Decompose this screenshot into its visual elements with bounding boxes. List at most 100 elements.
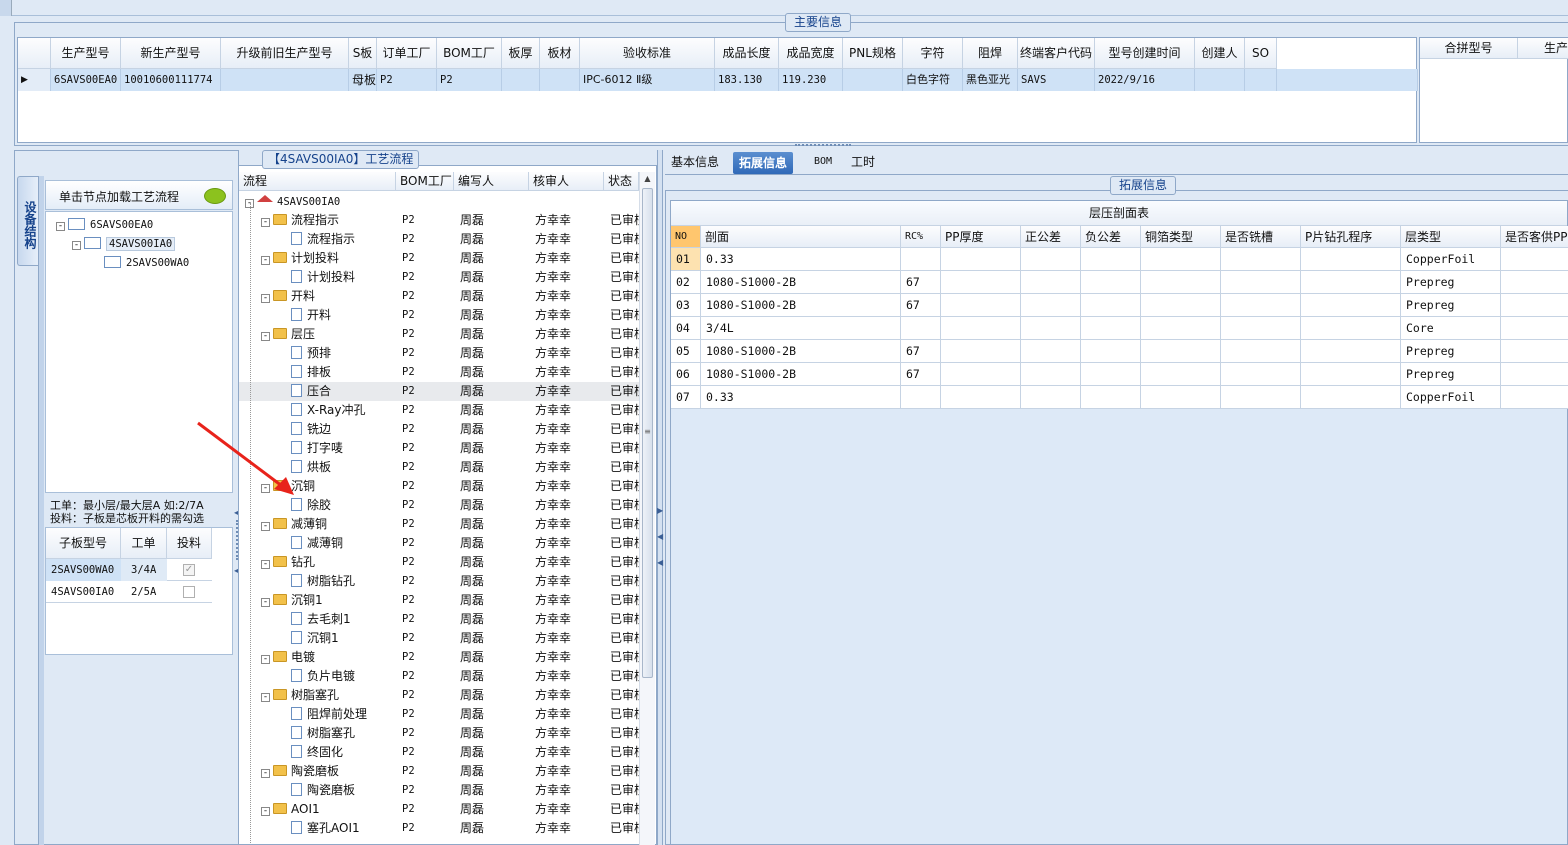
process-row[interactable]: - 计划投料 P2 周磊 方幸幸 已审核 <box>239 249 639 268</box>
lamination-cell[interactable] <box>1221 271 1301 294</box>
lamination-column-header[interactable]: 负公差 <box>1081 226 1141 248</box>
detail-tabs[interactable]: 基本信息 拓展信息 BOM 工时 <box>665 151 1568 175</box>
cell[interactable]: P2 <box>437 69 502 91</box>
lamination-cell[interactable] <box>1301 294 1401 317</box>
cell[interactable]: 2022/9/16 <box>1095 69 1195 91</box>
lamination-cell[interactable] <box>1141 248 1221 271</box>
side-tab-device-structure[interactable]: 设备结构 <box>17 176 39 266</box>
process-column-header[interactable]: 流程 <box>239 172 396 191</box>
lamination-cell[interactable] <box>1221 363 1301 386</box>
tab-1[interactable]: 拓展信息 <box>733 152 794 174</box>
lamination-cell[interactable] <box>1141 271 1221 294</box>
tab-2[interactable]: BOM <box>808 151 838 173</box>
process-row[interactable]: - 沉铜1 P2 周磊 方幸幸 已审核 <box>239 591 639 610</box>
process-tree-grid[interactable]: -4SAVS00IA0-流程指示P2周磊方幸幸已审核流程指示P2周磊方幸幸已审核… <box>239 191 639 845</box>
column-header[interactable]: 验收标准 <box>580 38 715 69</box>
column-header[interactable]: 成品长度 <box>715 38 779 69</box>
lamination-cell[interactable] <box>1221 317 1301 340</box>
lamination-cell[interactable] <box>1081 317 1141 340</box>
cell[interactable]: 119.230 <box>779 69 843 91</box>
lamination-cell[interactable] <box>1021 340 1081 363</box>
lamination-cell[interactable] <box>941 363 1021 386</box>
lamination-column-header[interactable]: 正公差 <box>1021 226 1081 248</box>
column-header[interactable]: 板厚 <box>502 38 540 69</box>
column-header[interactable]: 新生产型号 <box>121 38 221 69</box>
process-row[interactable]: 压合 P2 周磊 方幸幸 已审核 <box>239 382 639 401</box>
cell[interactable]: SAVS <box>1018 69 1095 91</box>
lamination-cell[interactable] <box>1021 294 1081 317</box>
process-name-cell[interactable]: - 层压 <box>261 325 396 344</box>
lamination-cell[interactable]: 67 <box>901 271 941 294</box>
lamination-cell[interactable] <box>901 317 941 340</box>
process-row[interactable]: - 电镀 P2 周磊 方幸幸 已审核 <box>239 648 639 667</box>
lamination-cell[interactable]: 0.33 <box>701 386 901 409</box>
process-name-cell[interactable]: 树脂钻孔 <box>277 572 396 591</box>
column-header[interactable]: PNL规格 <box>843 38 903 69</box>
collapse-icon[interactable]: - <box>261 256 270 265</box>
lamination-column-header[interactable]: P片钻孔程序 <box>1301 226 1401 248</box>
lamination-cell[interactable] <box>1501 363 1568 386</box>
process-name-cell[interactable]: - 流程指示 <box>261 211 396 230</box>
lamination-cell[interactable]: 03 <box>671 294 701 317</box>
process-root-node[interactable]: -4SAVS00IA0 <box>245 192 340 211</box>
collapse-icon[interactable]: - <box>56 222 65 231</box>
column-header[interactable]: 订单工厂 <box>377 38 437 69</box>
process-row[interactable]: 塞孔AOI1 P2 周磊 方幸幸 已审核 <box>239 819 639 838</box>
cell[interactable]: 母板 <box>349 69 377 91</box>
process-scrollbar[interactable]: ▲ ≡ <box>639 172 655 845</box>
process-name-cell[interactable]: 计划投料 <box>277 268 396 287</box>
process-row[interactable]: 负片电镀 P2 周磊 方幸幸 已审核 <box>239 667 639 686</box>
sub-board-grid[interactable]: 子板型号 工单 投料 2SAVS00WA0 3/4A ✓ 4SAVS00IA0 … <box>45 527 233 655</box>
cell[interactable] <box>1195 69 1245 91</box>
lamination-row[interactable]: 06 1080-S1000-2B 67 Prepreg <box>671 363 1568 386</box>
lamination-cell[interactable]: 67 <box>901 340 941 363</box>
lamination-cell[interactable] <box>1501 294 1568 317</box>
lamination-cell[interactable]: 1080-S1000-2B <box>701 340 901 363</box>
process-name-cell[interactable]: 沉铜1 <box>277 629 396 648</box>
column-header[interactable]: 生产型号 <box>51 38 121 69</box>
splitter-handle[interactable] <box>795 144 851 150</box>
column-header[interactable]: 字符 <box>903 38 963 69</box>
lamination-table-panel[interactable]: 层压剖面表 NO 剖面 RC% PP厚度 正公差 负公差 铜箔类型 是否铣槽 P片钻孔程序 层类型… <box>670 200 1568 845</box>
lamination-cell[interactable] <box>941 386 1021 409</box>
tree-node-4SAVS00IA0[interactable]: -4SAVS00IA0 <box>72 234 176 253</box>
lamination-cell[interactable] <box>1081 340 1141 363</box>
process-name-cell[interactable]: - 减薄铜 <box>261 515 396 534</box>
main-info-grid[interactable]: 生产型号 新生产型号 升级前旧生产型号 S板 订单工厂 BOM工厂 板厚 板材 验收标准 成品长度… <box>17 37 1418 143</box>
process-name-cell[interactable]: 终固化 <box>277 743 396 762</box>
lamination-cell[interactable] <box>1301 386 1401 409</box>
lamination-cell[interactable] <box>1141 363 1221 386</box>
lamination-cell[interactable] <box>901 248 941 271</box>
lamination-cell[interactable] <box>1301 363 1401 386</box>
lamination-column-header[interactable]: 铜箔类型 <box>1141 226 1221 248</box>
tree-node-2SAVS00WA0[interactable]: 2SAVS00WA0 <box>104 253 189 272</box>
lamination-cell[interactable] <box>1301 248 1401 271</box>
feed-checkbox[interactable] <box>183 586 195 598</box>
lamination-cell[interactable]: Prepreg <box>1401 271 1501 294</box>
collapse-icon[interactable]: - <box>261 218 270 227</box>
process-name-cell[interactable]: - 钻孔 <box>261 553 396 572</box>
lamination-cell[interactable] <box>1301 340 1401 363</box>
column-header[interactable]: SO <box>1245 38 1277 69</box>
lamination-cell[interactable] <box>1141 294 1221 317</box>
process-row[interactable]: 计划投料 P2 周磊 方幸幸 已审核 <box>239 268 639 287</box>
lamination-cell[interactable] <box>1501 340 1568 363</box>
process-name-cell[interactable]: - 陶瓷磨板 <box>261 762 396 781</box>
process-row[interactable]: - AOI1 P2 周磊 方幸幸 已审核 <box>239 800 639 819</box>
process-row[interactable]: 减薄铜 P2 周磊 方幸幸 已审核 <box>239 534 639 553</box>
process-name-cell[interactable]: - 沉铜1 <box>261 591 396 610</box>
column-header[interactable]: 型号创建时间 <box>1095 38 1195 69</box>
lamination-cell[interactable]: 3/4L <box>701 317 901 340</box>
column-header[interactable]: 创建人 <box>1195 38 1245 69</box>
tab-0[interactable]: 基本信息 <box>665 151 725 173</box>
lamination-cell[interactable]: Prepreg <box>1401 363 1501 386</box>
scroll-up-arrow[interactable]: ▲ <box>640 172 655 186</box>
lamination-cell[interactable]: 04 <box>671 317 701 340</box>
lamination-cell[interactable] <box>1081 248 1141 271</box>
process-name-cell[interactable]: - 电镀 <box>261 648 396 667</box>
cell[interactable]: P2 <box>377 69 437 91</box>
process-name-cell[interactable]: - 计划投料 <box>261 249 396 268</box>
process-name-cell[interactable]: - 树脂塞孔 <box>261 686 396 705</box>
process-row[interactable]: 陶瓷磨板 P2 周磊 方幸幸 已审核 <box>239 781 639 800</box>
column-header[interactable]: 板材 <box>540 38 580 69</box>
